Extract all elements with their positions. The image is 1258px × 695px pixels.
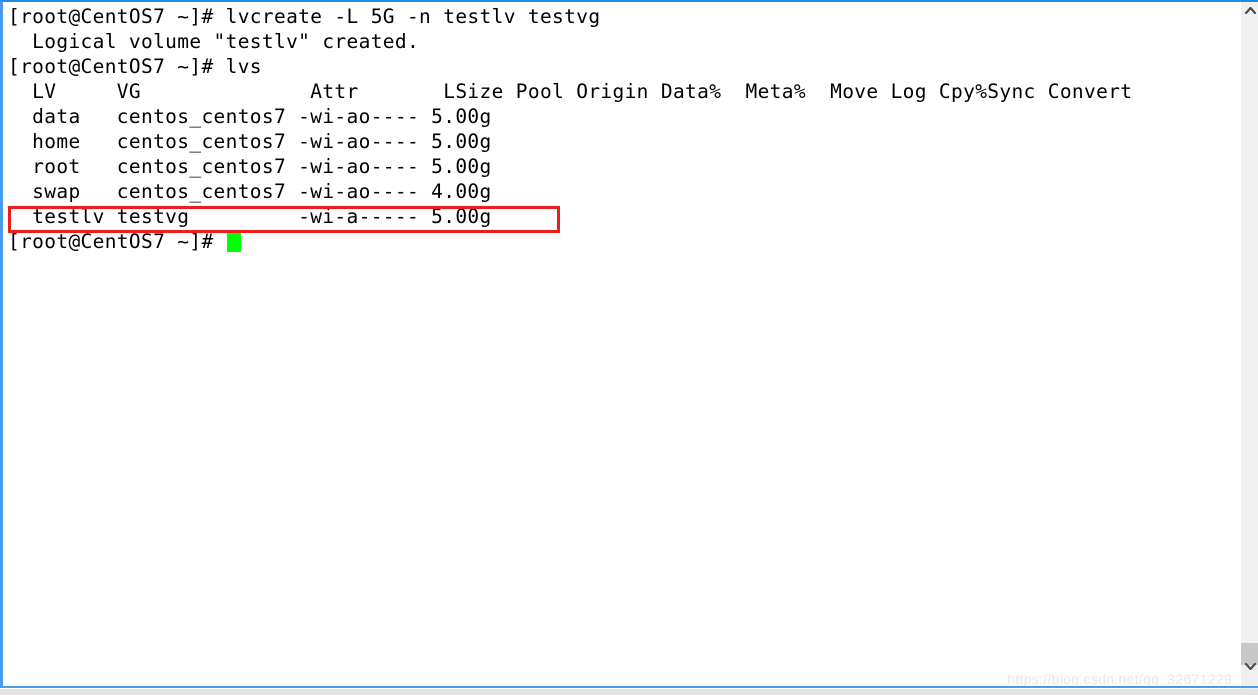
lvs-table-row-data: data centos_centos7 -wi-ao---- 5.00g [8,105,492,128]
watermark-url: https://blog.csdn.net/qq_32671229 [1007,671,1232,687]
vertical-scrollbar[interactable] [1240,0,1258,689]
lvs-table-row-swap: swap centos_centos7 -wi-ao---- 4.00g [8,180,492,203]
window-bottom-strip [0,689,1258,695]
lvs-table-header: LV VG Attr LSize Pool Origin Data% Meta%… [8,80,1133,103]
lvs-table-row-testlv: testlv testvg -wi-a----- 5.00g [8,205,492,228]
prompt-text: [root@CentOS7 ~]# [8,230,226,253]
terminal-screenshot: [root@CentOS7 ~]# lvcreate -L 5G -n test… [0,0,1258,695]
terminal-line-command-lvcreate: [root@CentOS7 ~]# lvcreate -L 5G -n test… [8,5,601,28]
chevron-down-icon[interactable] [1241,658,1258,675]
terminal-prompt-line: [root@CentOS7 ~]# [8,229,1240,254]
terminal-line-command-lvs: [root@CentOS7 ~]# lvs [8,55,262,78]
terminal-output-area[interactable]: [root@CentOS7 ~]# lvcreate -L 5G -n test… [0,0,1240,688]
chevron-up-icon[interactable] [1241,2,1258,19]
lvs-table-row-root: root centos_centos7 -wi-ao---- 5.00g [8,155,492,178]
lvs-table-row-home: home centos_centos7 -wi-ao---- 5.00g [8,130,492,153]
terminal-line-lvcreate-output: Logical volume "testlv" created. [8,30,420,53]
text-cursor [226,232,241,252]
